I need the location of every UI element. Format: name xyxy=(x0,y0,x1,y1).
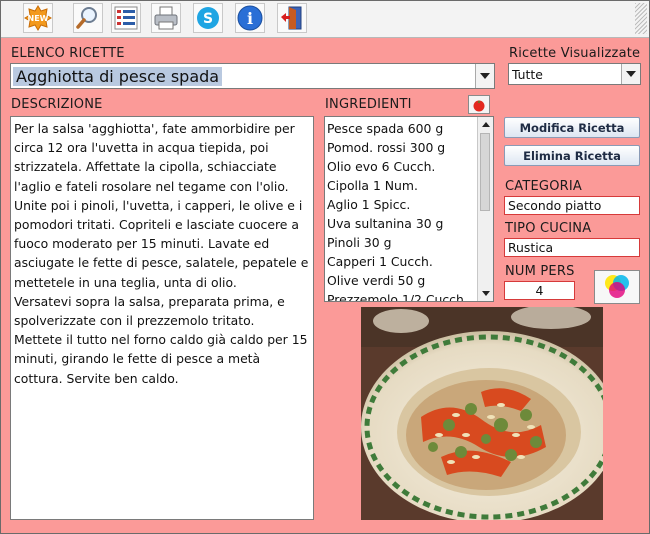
description-line: pomodori tritati. Copriteli e lasciate c… xyxy=(14,217,299,233)
filter-label: Ricette Visualizzate xyxy=(509,46,641,61)
description-label: DESCRIZIONE xyxy=(11,97,103,112)
description-textarea[interactable]: Per la salsa 'agghiotta', fate ammorbidi… xyxy=(10,116,314,520)
skype-icon: S xyxy=(197,7,219,29)
print-button[interactable] xyxy=(151,3,181,33)
description-line: Unite poi i pinoli, l'uvetta, i capperi,… xyxy=(14,197,303,213)
color-wheel-icon xyxy=(605,275,629,298)
ingredient-item[interactable]: Uva sultanina 30 g xyxy=(325,214,493,233)
info-icon: i xyxy=(237,5,263,31)
new-badge-text: NEW xyxy=(28,14,49,23)
ingredients-add-button[interactable] xyxy=(468,95,490,114)
printer-icon xyxy=(154,6,178,30)
magnifier-icon xyxy=(76,7,97,29)
color-settings-button[interactable] xyxy=(594,270,640,304)
scroll-thumb[interactable] xyxy=(480,133,490,211)
exit-button[interactable] xyxy=(277,3,307,33)
filter-select[interactable]: Tutte xyxy=(508,63,641,85)
ingredient-item[interactable]: Cipolla 1 Num. xyxy=(325,176,493,195)
ingredient-item[interactable]: Prezzemolo 1/2 Cucch. xyxy=(325,290,493,301)
description-line: mettetele in una teglia, unta di olio. xyxy=(14,274,237,290)
category-field[interactable]: Secondo piatto xyxy=(504,196,640,215)
recipe-select[interactable]: Agghiotta di pesce spada xyxy=(10,63,495,89)
ingredients-list[interactable]: Pesce spada 600 g Pomod. rossi 300 g Olio … xyxy=(324,116,494,302)
description-line: circa 12 ora l'uvetta in acqua tiepida, … xyxy=(14,140,269,156)
list-icon xyxy=(114,6,138,30)
edit-recipe-button[interactable]: Modifica Ricetta xyxy=(504,117,640,138)
recipe-select-dropdown[interactable] xyxy=(475,64,494,88)
description-line: strizzatela. Affettate la cipolla, schia… xyxy=(14,159,277,175)
ingredient-item[interactable]: Olive verdi 50 g xyxy=(325,271,493,290)
ingredient-item[interactable]: Capperi 1 Cucch. xyxy=(325,252,493,271)
ingredients-label: INGREDIENTI xyxy=(325,97,412,112)
svg-text:i: i xyxy=(247,9,253,28)
toolbar: NEW S i xyxy=(1,1,649,38)
servings-label: NUM PERS xyxy=(505,264,575,279)
ingredient-item[interactable]: Pomod. rossi 300 g xyxy=(325,138,493,157)
description-line: l'aglio e fateli rosolare nel tegame con… xyxy=(14,178,289,194)
search-button[interactable] xyxy=(73,3,103,33)
description-line: Per la salsa 'agghiotta', fate ammorbidi… xyxy=(14,121,295,136)
filter-select-dropdown[interactable] xyxy=(621,64,640,84)
description-line: fuoco moderato per 15 minuti. Lavate ed xyxy=(14,236,270,252)
delete-recipe-button[interactable]: Elimina Ricetta xyxy=(504,145,640,166)
recipe-select-value: Agghiotta di pesce spada xyxy=(13,67,223,86)
description-line: spolverizzate con il prezzemolo tritato. xyxy=(14,313,255,329)
ingredient-item[interactable]: Olio evo 6 Cucch. xyxy=(325,157,493,176)
chevron-down-icon xyxy=(626,71,636,77)
ingredient-item[interactable]: Aglio 1 Spicc. xyxy=(325,195,493,214)
ingredient-item[interactable]: Pesce spada 600 g xyxy=(325,119,493,138)
description-line: Versatevi sopra la salsa, preparata prim… xyxy=(14,293,285,309)
servings-field[interactable]: 4 xyxy=(504,281,575,300)
recipe-photo xyxy=(361,307,603,520)
filter-select-value: Tutte xyxy=(512,67,543,82)
list-button[interactable] xyxy=(111,3,141,33)
ingredient-item[interactable]: Pinoli 30 g xyxy=(325,233,493,252)
tomato-icon xyxy=(473,99,485,111)
toolbar-grip[interactable] xyxy=(635,3,647,34)
description-line: minuti, girando le fette di pesce a metà xyxy=(14,351,261,367)
cuisine-label: TIPO CUCINA xyxy=(505,221,592,236)
new-badge-icon: NEW xyxy=(24,5,52,31)
scroll-down-icon[interactable] xyxy=(478,286,493,301)
new-recipe-button[interactable]: NEW xyxy=(23,3,53,33)
description-line: Mettete il tutto nel forno caldo già cal… xyxy=(14,332,308,348)
description-line: asciugate le fette di pesce, salatele, p… xyxy=(14,255,309,271)
skype-button[interactable]: S xyxy=(193,3,223,33)
cuisine-field[interactable]: Rustica xyxy=(504,238,640,257)
category-label: CATEGORIA xyxy=(505,179,582,194)
description-line: cottura. Servite ben caldo. xyxy=(14,370,179,386)
scroll-up-icon[interactable] xyxy=(478,117,493,132)
chevron-down-icon xyxy=(480,73,490,79)
exit-door-icon xyxy=(281,6,302,30)
svg-text:S: S xyxy=(203,11,213,27)
recipes-label: ELENCO RICETTE xyxy=(11,46,125,61)
ingredients-scrollbar[interactable] xyxy=(477,117,493,301)
info-button[interactable]: i xyxy=(235,3,265,33)
